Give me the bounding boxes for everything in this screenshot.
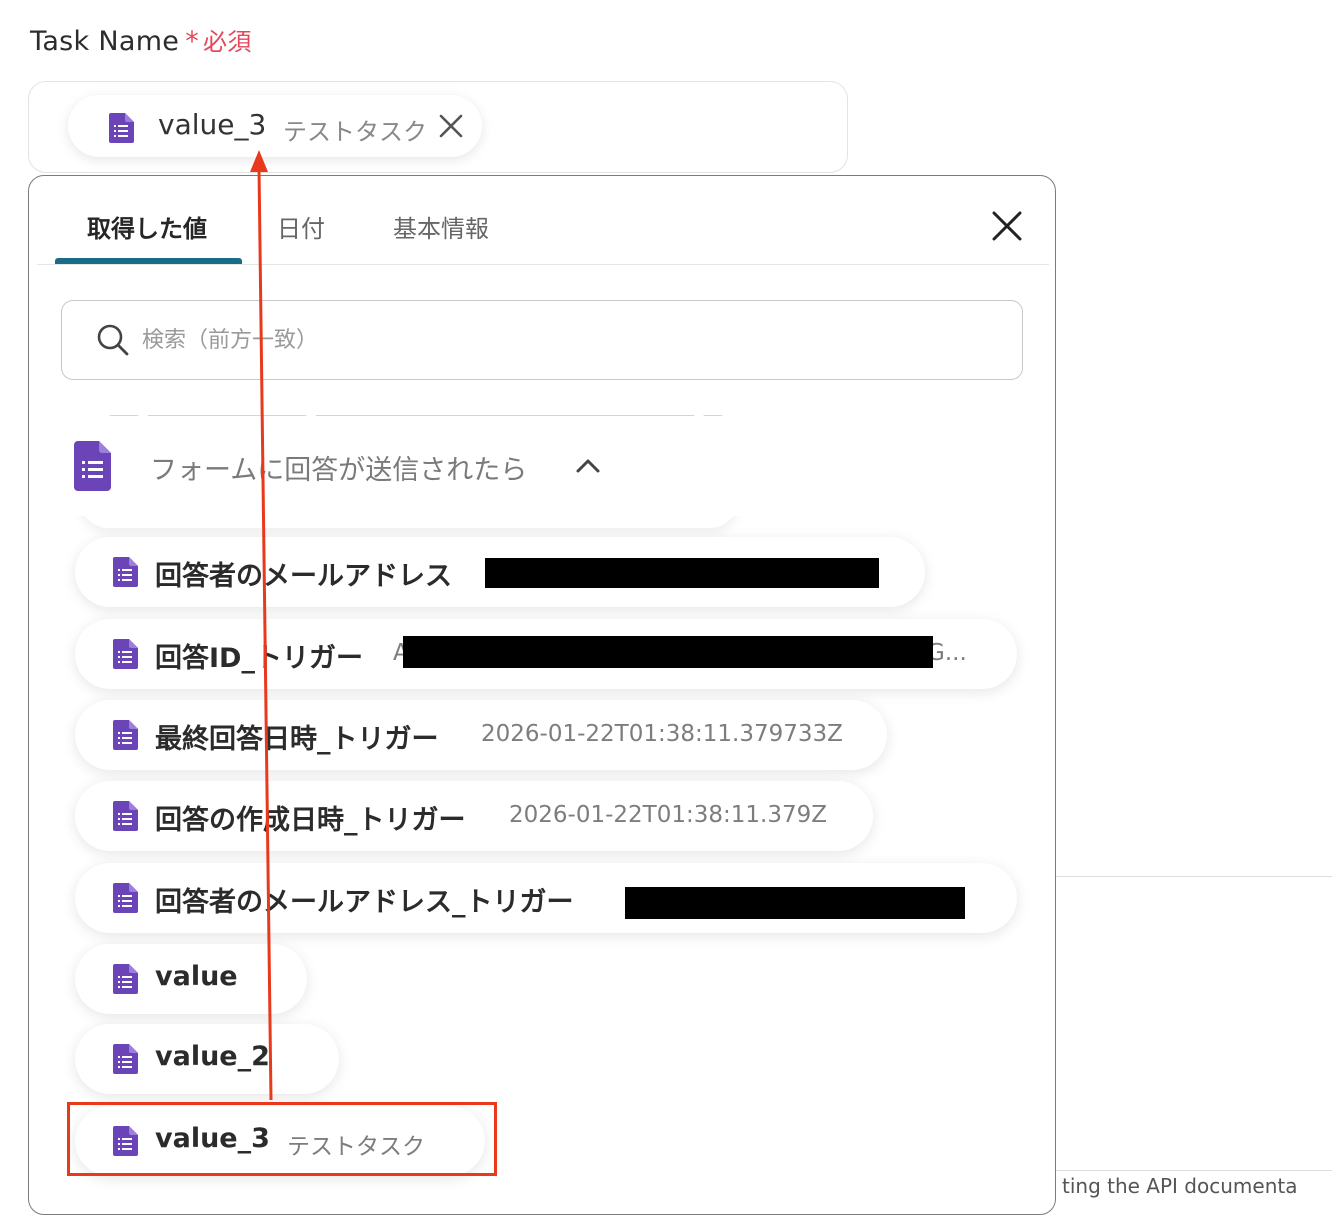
item-value: 2026-01-22T01:38:11.379733Z <box>481 721 843 747</box>
google-forms-icon <box>74 441 111 491</box>
section-title: フォームに回答が送信されたら <box>150 455 528 486</box>
annotation-highlight-box <box>67 1102 497 1176</box>
chip-value: テストタスク <box>283 118 427 146</box>
scrolled-item-fragment <box>109 406 789 416</box>
list-item[interactable]: value <box>75 944 307 1014</box>
value-picker-panel: 取得した値 日付 基本情報 フォームに回答が送信されたら 回答者のメールアド <box>28 175 1056 1215</box>
item-name: value_2 <box>155 1041 270 1072</box>
chip-name: value_3 <box>158 108 267 141</box>
list-item[interactable]: 最終回答日時_トリガー 2026-01-22T01:38:11.379733Z <box>75 700 887 770</box>
chevron-up-icon[interactable] <box>574 454 602 478</box>
google-forms-doc-icon <box>113 964 138 994</box>
list-item[interactable]: 回答の作成日時_トリガー 2026-01-22T01:38:11.379Z <box>75 781 873 851</box>
required-text: 必須 <box>203 28 252 56</box>
search-input[interactable] <box>140 319 964 361</box>
google-forms-doc-icon <box>113 639 138 669</box>
list-item[interactable]: 回答者のメールアドレス <box>75 537 925 607</box>
redacted-value <box>485 558 879 588</box>
list-item[interactable]: 回答ID_トリガー A G... <box>75 619 1017 689</box>
tab-divider <box>37 264 1049 265</box>
task-name-label: Task Name * 必須 <box>30 22 252 57</box>
field-label-text: Task Name <box>30 26 180 57</box>
background-divider <box>1056 876 1332 877</box>
item-name: 回答の作成日時_トリガー <box>155 805 466 836</box>
background-text: ting the API documenta <box>1062 1174 1298 1198</box>
tab-retrieved-values[interactable]: 取得した値 <box>87 209 207 244</box>
item-name: 回答者のメールアドレス_トリガー <box>155 887 574 918</box>
search-icon <box>97 324 129 356</box>
google-forms-doc-icon <box>113 883 138 913</box>
background-divider <box>1056 1170 1332 1171</box>
section-header-forms[interactable]: フォームに回答が送信されたら <box>37 416 1047 516</box>
item-value: 2026-01-22T01:38:11.379Z <box>509 802 827 828</box>
required-mark: * <box>185 26 200 57</box>
list-item[interactable]: 回答者のメールアドレス_トリガー <box>75 863 1017 933</box>
tab-basic-info[interactable]: 基本情報 <box>393 209 489 244</box>
tab-date[interactable]: 日付 <box>277 209 325 244</box>
google-forms-doc-icon <box>113 720 138 750</box>
redacted-value <box>403 636 933 668</box>
google-forms-doc-icon <box>113 557 138 587</box>
list-item[interactable]: value_2 <box>75 1024 339 1094</box>
google-forms-doc-icon <box>113 1044 138 1074</box>
close-icon[interactable] <box>991 210 1023 242</box>
close-icon[interactable] <box>436 111 466 141</box>
item-name: value <box>155 961 238 992</box>
item-name: 回答者のメールアドレス <box>155 561 452 592</box>
item-name: 回答ID_トリガー <box>155 643 363 674</box>
item-name: 最終回答日時_トリガー <box>155 724 439 755</box>
google-forms-doc-icon <box>109 113 134 143</box>
redacted-value <box>625 887 965 919</box>
selected-value-chip[interactable]: value_3 テストタスク <box>68 95 482 157</box>
google-forms-doc-icon <box>113 801 138 831</box>
search-box[interactable] <box>61 300 1023 380</box>
